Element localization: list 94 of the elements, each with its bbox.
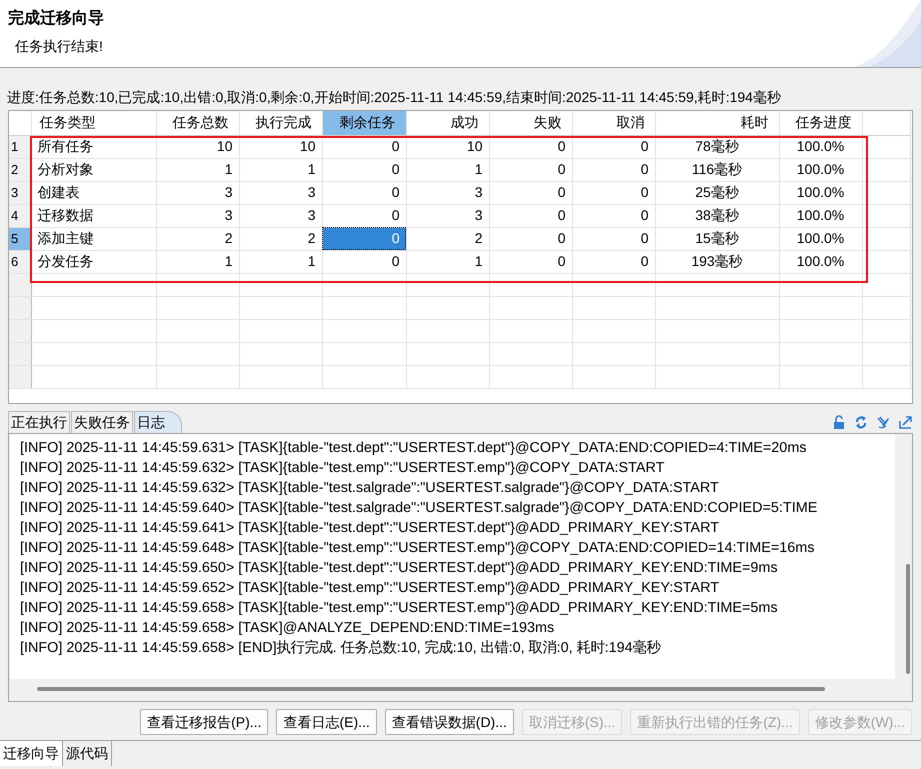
column-header[interactable]: 取消 [572, 111, 655, 135]
column-header[interactable]: 任务类型 [31, 111, 156, 135]
table-cell: 添加主键 [31, 227, 156, 250]
row-number[interactable]: 5 [9, 227, 31, 250]
table-cell: 0 [489, 158, 572, 181]
tab[interactable]: 失败任务 [71, 411, 133, 433]
tab[interactable]: 正在执行 [8, 411, 70, 433]
table-cell: 78毫秒 [655, 135, 779, 158]
table-cell: 100.0% [779, 250, 862, 273]
table-cell: 25毫秒 [655, 181, 779, 204]
table-cell: 0 [322, 250, 406, 273]
tab[interactable]: 日志 [134, 411, 182, 433]
table-cell: 1 [406, 158, 489, 181]
column-header[interactable]: 失败 [489, 111, 572, 135]
table-cell: 0 [572, 250, 655, 273]
table-cell: 创建表 [31, 181, 156, 204]
table-cell: 分发任务 [31, 250, 156, 273]
scrollbar-thumb[interactable] [37, 687, 825, 691]
table-cell: 10 [239, 135, 322, 158]
table-cell: 100.0% [779, 135, 862, 158]
log-line: [INFO] 2025-11-11 14:45:59.641> [TASK]{table-"test.dept":"USERTEST.dept"}@ADD_PRIMARY_KEY:START [20, 519, 720, 538]
table-cell: 0 [322, 181, 406, 204]
table-cell: 116毫秒 [655, 158, 779, 181]
column-header[interactable]: 成功 [406, 111, 489, 135]
table-cell: 3 [406, 204, 489, 227]
column-header[interactable]: 剩余任务 [322, 111, 406, 135]
row-number[interactable]: 3 [9, 181, 31, 204]
lock-icon[interactable] [832, 415, 847, 430]
table-cell: 3 [239, 204, 322, 227]
table-cell: 迁移数据 [31, 204, 156, 227]
table-cell: 1 [156, 158, 239, 181]
action-button[interactable]: 查看迁移报告(P)... [140, 709, 268, 735]
wizard-title: 完成迁移向导 [8, 8, 105, 29]
log-line: [INFO] 2025-11-11 14:45:59.658> [TASK]@ANALYZE_DEPEND:END:TIME=193ms [20, 619, 556, 638]
table-cell: 100.0% [779, 204, 862, 227]
row-number[interactable]: 2 [9, 158, 31, 181]
table-cell: 0 [572, 227, 655, 250]
log-line: [INFO] 2025-11-11 14:45:59.652> [TASK]{table-"test.emp":"USERTEST.emp"}@ADD_PRIMARY_KEY:START [20, 579, 720, 598]
log-line: [INFO] 2025-11-11 14:45:59.631> [TASK]{table-"test.dept":"USERTEST.dept"}@COPY_DATA:END:COPIED=4:TIME=20ms [20, 439, 808, 458]
row-number[interactable]: 1 [9, 135, 31, 158]
row-number[interactable]: 4 [9, 204, 31, 227]
table-cell: 0 [572, 135, 655, 158]
table-cell: 10 [406, 135, 489, 158]
action-button[interactable]: 查看日志(E)... [276, 709, 377, 735]
log-line: [INFO] 2025-11-11 14:45:59.632> [TASK]{table-"test.salgrade":"USERTEST.salgrade"}@COPY_DATA:START [20, 479, 720, 498]
log-line: [INFO] 2025-11-11 14:45:59.658> [END]执行完成. 任务总数:10, 完成:10, 出错:0, 取消:0, 耗时:194毫秒 [20, 638, 662, 658]
table-cell: 0 [489, 227, 572, 250]
table-cell: 0 [572, 181, 655, 204]
table-cell: 0 [489, 181, 572, 204]
export-icon[interactable] [898, 415, 913, 430]
table-cell: 100.0% [779, 181, 862, 204]
action-button[interactable]: 查看错误数据(D)... [384, 709, 514, 735]
table-cell: 2 [406, 227, 489, 250]
column-header[interactable]: 任务总数 [156, 111, 239, 135]
table-cell: 0 [572, 158, 655, 181]
column-header[interactable]: 执行完成 [239, 111, 322, 135]
table-cell: 100.0% [779, 158, 862, 181]
table-cell: 2 [156, 227, 239, 250]
status-message: 任务执行结束! [15, 37, 104, 56]
log-line: [INFO] 2025-11-11 14:45:59.640> [TASK]{table-"test.salgrade":"USERTEST.salgrade"}@COPY_DATA:END:COPIED=5:TIME [20, 499, 818, 518]
table-cell: 1 [239, 158, 322, 181]
table-cell: 0 [489, 204, 572, 227]
scrollbar-thumb[interactable] [906, 564, 910, 674]
table-cell: 分析对象 [31, 158, 156, 181]
table-cell: 0 [489, 250, 572, 273]
log-line: [INFO] 2025-11-11 14:45:59.650> [TASK]{table-"test.dept":"USERTEST.dept"}@ADD_PRIMARY_KEY:END:TIME=9ms [20, 559, 779, 578]
table-cell: 0 [322, 135, 406, 158]
table-cell: 38毫秒 [655, 204, 779, 227]
progress-summary: 进度:任务总数:10,已完成:10,出错:0,取消:0,剩余:0,开始时间:2025-11-11 14:45:59,结束时间:2025-11-11 14:45:59,耗时:194毫秒 [6, 88, 782, 107]
table-cell: 15毫秒 [655, 227, 779, 250]
table-cell: 3 [156, 181, 239, 204]
table-cell: 0 [322, 227, 406, 250]
tab[interactable]: 迁移向导 [0, 741, 63, 766]
table-cell: 3 [239, 181, 322, 204]
table-cell: 1 [239, 250, 322, 273]
table-cell: 所有任务 [31, 135, 156, 158]
table-cell: 3 [156, 204, 239, 227]
table-cell: 0 [322, 158, 406, 181]
log-line: [INFO] 2025-11-11 14:45:59.648> [TASK]{table-"test.emp":"USERTEST.emp"}@COPY_DATA:END:COPIED=14:TIME=16ms [20, 539, 816, 558]
row-number[interactable]: 6 [9, 250, 31, 273]
log-line: [INFO] 2025-11-11 14:45:59.632> [TASK]{table-"test.emp":"USERTEST.emp"}@COPY_DATA:START [20, 459, 666, 478]
log-line: [INFO] 2025-11-11 14:45:59.658> [TASK]{table-"test.emp":"USERTEST.emp"}@ADD_PRIMARY_KEY:END:TIME=5ms [20, 599, 779, 618]
table-cell: 193毫秒 [655, 250, 779, 273]
table-cell: 3 [406, 181, 489, 204]
table-cell: 1 [406, 250, 489, 273]
column-header[interactable]: 耗时 [655, 111, 779, 135]
table-cell: 0 [489, 135, 572, 158]
table-cell: 0 [572, 204, 655, 227]
refresh-icon[interactable] [854, 415, 869, 430]
table-cell: 10 [156, 135, 239, 158]
tab[interactable]: 源代码 [63, 741, 112, 766]
table-cell: 1 [156, 250, 239, 273]
table-cell: 100.0% [779, 227, 862, 250]
column-header[interactable]: 任务进度 [779, 111, 862, 135]
